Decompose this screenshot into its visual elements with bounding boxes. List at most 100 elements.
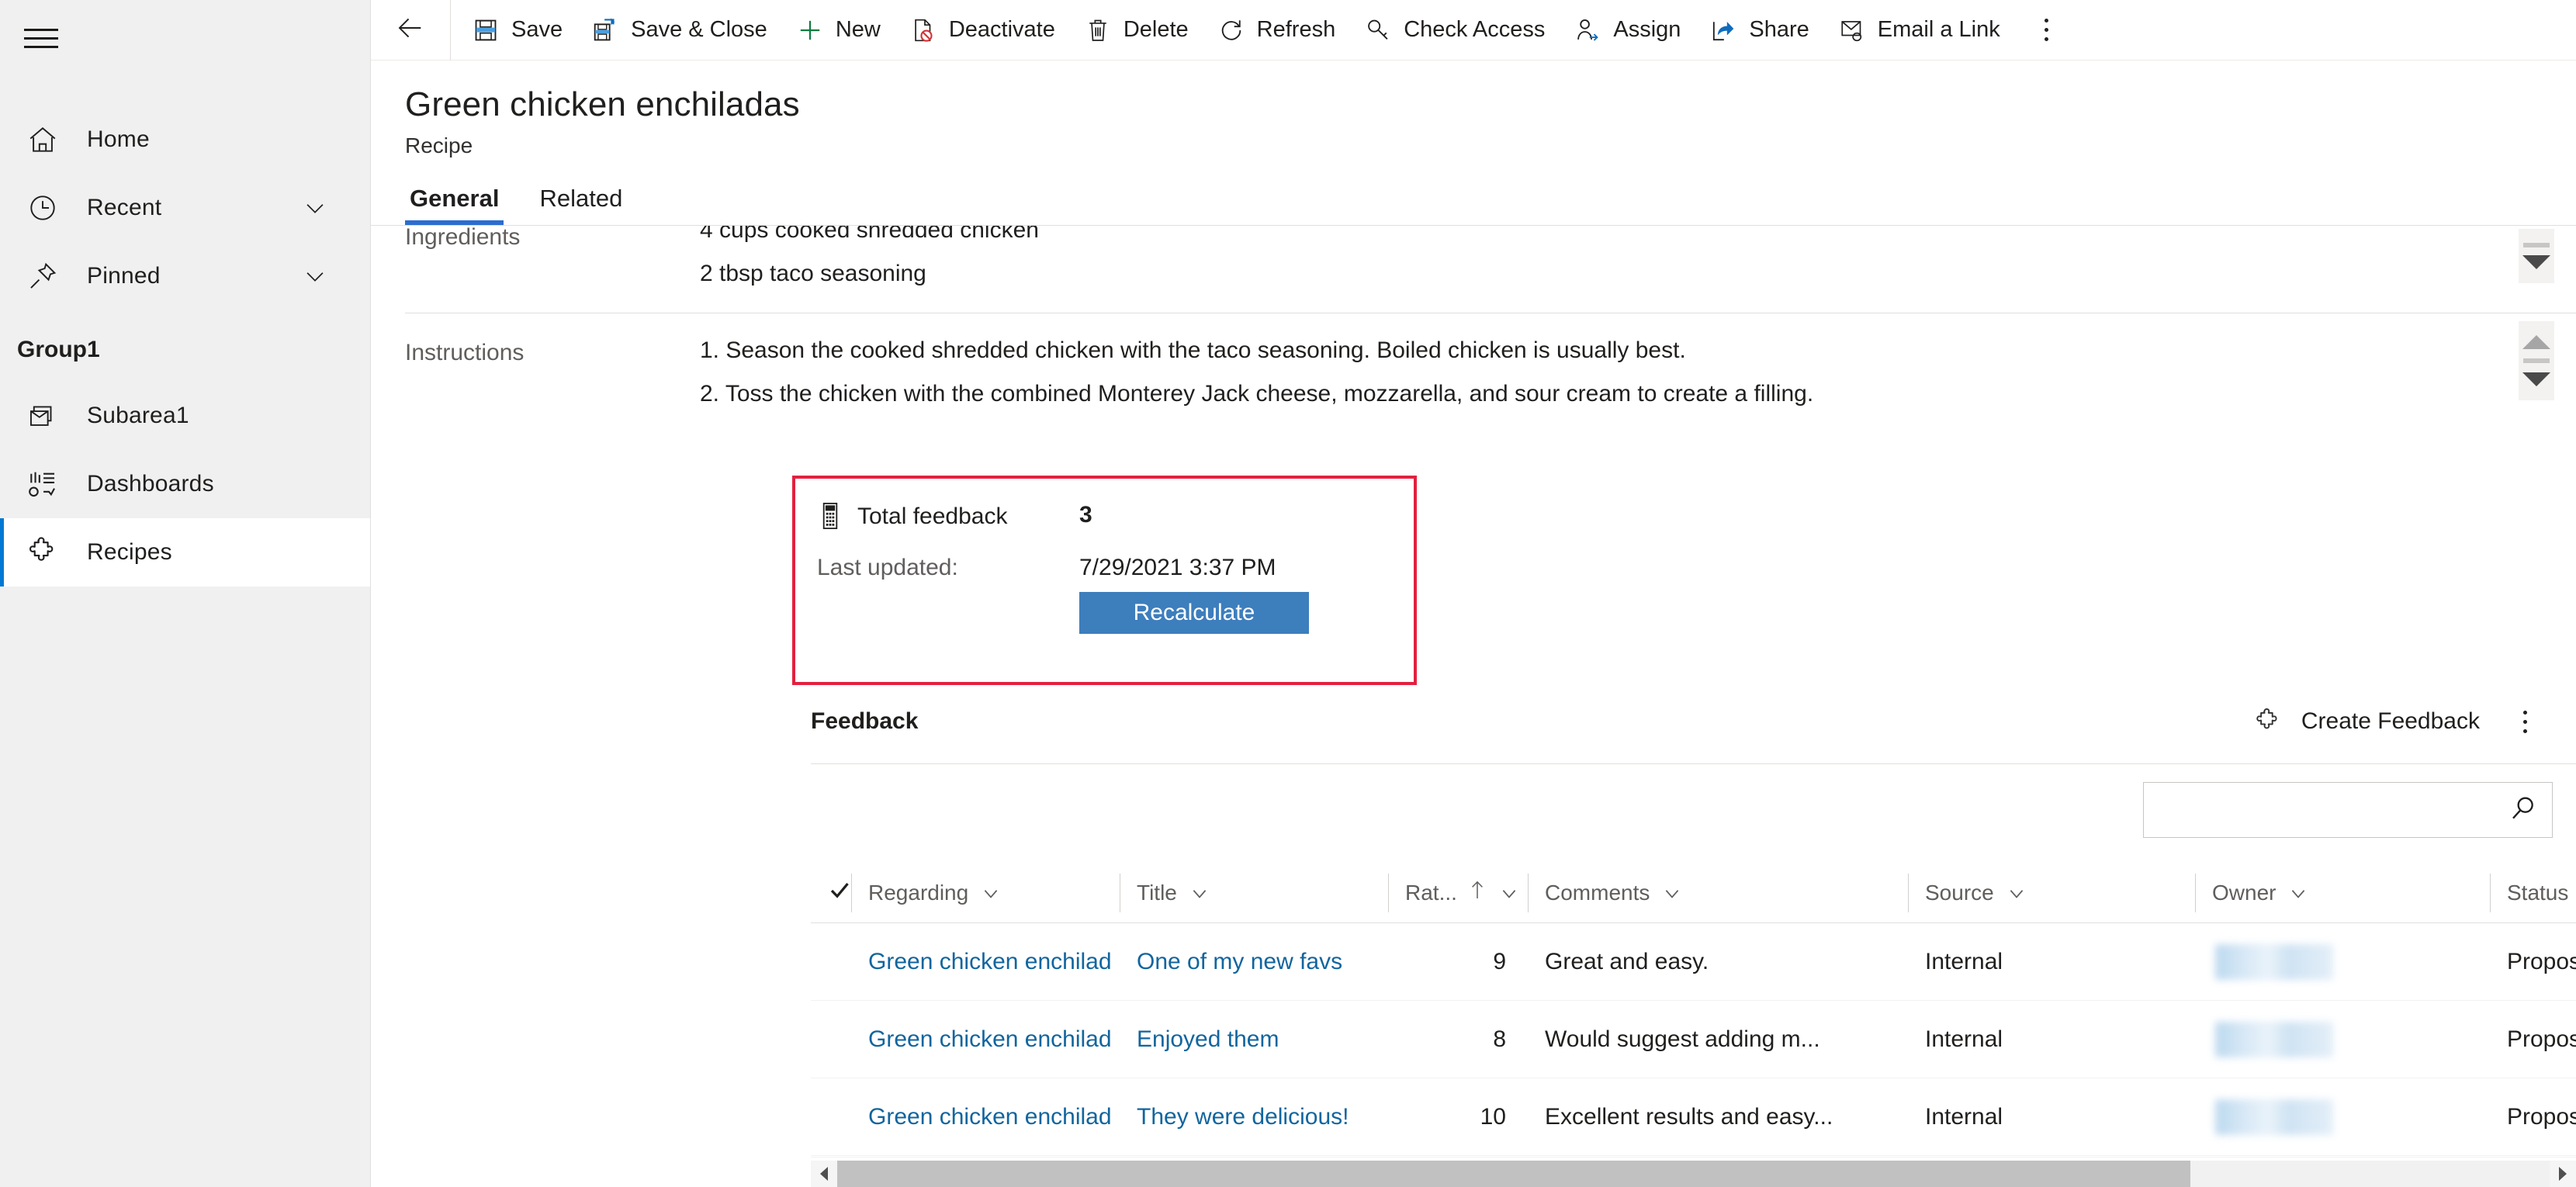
column-header-title[interactable]: Title: [1120, 863, 1388, 923]
share-button-label: Share: [1749, 17, 1809, 42]
sidebar-item-pinned[interactable]: Pinned: [0, 242, 370, 310]
new-button-label: New: [835, 17, 881, 42]
puzzle-icon: [2253, 707, 2283, 736]
tab-related[interactable]: Related: [535, 185, 627, 225]
feedback-search-box[interactable]: [2143, 782, 2553, 838]
chevron-down-icon[interactable]: [1662, 883, 1682, 903]
column-header-source[interactable]: Source: [1908, 863, 2195, 923]
sidebar-item-dashboards[interactable]: Dashboards: [0, 450, 370, 518]
ingredients-label: Ingredients: [405, 226, 521, 250]
sidebar-group-title: Group1: [17, 337, 100, 362]
email-link-icon: [1837, 16, 1867, 45]
instructions-line-1: 1. Season the cooked shredded chicken wi…: [700, 337, 1686, 363]
spinner-bar: [2523, 358, 2550, 363]
home-icon: [22, 119, 64, 161]
chevron-left-icon: [820, 1167, 828, 1181]
create-feedback-button[interactable]: Create Feedback: [2253, 707, 2480, 736]
share-button[interactable]: Share: [1695, 8, 1823, 53]
form-tabs: General Related: [405, 185, 2576, 225]
column-separator: [1388, 873, 1389, 912]
sidebar-item-label: Recipes: [87, 539, 172, 565]
back-button[interactable]: [388, 8, 433, 53]
email-a-link-button[interactable]: Email a Link: [1823, 8, 2014, 53]
grid-horizontal-scrollbar[interactable]: [811, 1161, 2576, 1187]
row-checkbox[interactable]: [811, 923, 851, 1000]
folder-icon: [22, 395, 64, 437]
table-row[interactable]: Green chicken enchilad One of my new fav…: [811, 923, 2576, 1001]
row-checkbox[interactable]: [811, 1001, 851, 1078]
chevron-down-icon[interactable]: [302, 195, 328, 221]
feedback-subgrid-more-options-button[interactable]: [2503, 700, 2547, 743]
delete-button[interactable]: Delete: [1069, 8, 1203, 53]
sidebar-item-home[interactable]: Home: [0, 106, 370, 174]
scrollbar-thumb[interactable]: [837, 1161, 2190, 1187]
table-row[interactable]: Green chicken enchilad Enjoyed them 8 Wo…: [811, 1001, 2576, 1078]
save-button[interactable]: Save: [457, 8, 576, 53]
ingredients-value[interactable]: 4 cups cooked shredded chicken 2 tbsp ta…: [700, 226, 2576, 296]
new-button[interactable]: New: [781, 8, 895, 53]
sidebar-item-recent[interactable]: Recent: [0, 174, 370, 242]
scroll-down-icon[interactable]: [2522, 372, 2550, 386]
scrollbar-track[interactable]: [837, 1161, 2550, 1187]
redacted-owner-name: [2215, 1021, 2333, 1057]
save-and-close-button[interactable]: Save & Close: [576, 8, 781, 53]
cell-owner[interactable]: [2195, 1001, 2490, 1078]
column-header-rating[interactable]: Rat...: [1388, 863, 1528, 923]
recalculate-button[interactable]: Recalculate: [1079, 592, 1309, 634]
sidebar-item-subarea1[interactable]: Subarea1: [0, 382, 370, 450]
sort-ascending-icon: [1468, 879, 1487, 906]
checkmark-icon: [828, 878, 851, 907]
check-access-button[interactable]: Check Access: [1349, 8, 1559, 53]
cell-title[interactable]: One of my new favs: [1120, 923, 1388, 1000]
column-header-status-reason[interactable]: Status Reason: [2490, 863, 2576, 923]
ingredients-scroll-spinner[interactable]: [2519, 229, 2554, 283]
deactivate-button[interactable]: Deactivate: [895, 8, 1069, 53]
total-feedback-card: Total feedback 3 Last updated: 7/29/2021…: [792, 476, 1417, 685]
chevron-down-icon[interactable]: [981, 883, 1001, 903]
refresh-button[interactable]: Refresh: [1203, 8, 1350, 53]
cell-source: Internal: [1925, 1026, 2003, 1052]
tab-general[interactable]: General: [405, 185, 504, 225]
app-root: Home Recent Pinned Group1 Subarea1 Dashb…: [0, 0, 2576, 1187]
search-input[interactable]: [2144, 783, 2495, 837]
assign-button-label: Assign: [1613, 17, 1681, 42]
chevron-down-icon[interactable]: [302, 263, 328, 289]
refresh-icon: [1217, 16, 1246, 45]
feedback-subgrid-title: Feedback: [811, 708, 919, 734]
instructions-value[interactable]: 1. Season the cooked shredded chicken wi…: [700, 329, 2576, 416]
cell-regarding[interactable]: Green chicken enchilad: [851, 923, 1120, 1000]
sidebar-item-recipes[interactable]: Recipes: [0, 518, 370, 587]
cell-regarding[interactable]: Green chicken enchilad: [851, 1078, 1120, 1155]
instructions-scroll-spinner[interactable]: [2519, 321, 2554, 400]
cell-owner[interactable]: [2195, 1078, 2490, 1155]
hamburger-icon: [24, 22, 58, 54]
chevron-down-icon[interactable]: [1189, 883, 1210, 903]
command-bar-more-options-button[interactable]: [2025, 8, 2069, 53]
create-feedback-label: Create Feedback: [2301, 708, 2480, 734]
column-header-comments[interactable]: Comments: [1528, 863, 1908, 923]
chevron-down-icon[interactable]: [2006, 883, 2027, 903]
scroll-left-button[interactable]: [811, 1161, 837, 1187]
column-header-regarding[interactable]: Regarding: [851, 863, 1120, 923]
select-all-checkbox[interactable]: [811, 863, 851, 923]
cell-title[interactable]: Enjoyed them: [1120, 1001, 1388, 1078]
table-row[interactable]: Green chicken enchilad They were delicio…: [811, 1078, 2576, 1156]
sidebar: Home Recent Pinned Group1 Subarea1 Dashb…: [0, 0, 371, 1187]
search-button[interactable]: [2495, 783, 2552, 837]
scroll-right-button[interactable]: [2550, 1161, 2576, 1187]
row-checkbox[interactable]: [811, 1078, 851, 1155]
assign-button[interactable]: Assign: [1559, 8, 1695, 53]
scroll-up-icon[interactable]: [2522, 335, 2550, 349]
column-header-owner[interactable]: Owner: [2195, 863, 2490, 923]
column-header-label: Rat...: [1405, 880, 1457, 905]
cell-regarding[interactable]: Green chicken enchilad: [851, 1001, 1120, 1078]
cell-title[interactable]: They were delicious!: [1120, 1078, 1388, 1155]
sidebar-item-label: Pinned: [87, 263, 161, 289]
chevron-down-icon[interactable]: [2288, 883, 2308, 903]
chevron-down-icon[interactable]: [1499, 883, 1519, 903]
scroll-down-icon[interactable]: [2522, 255, 2550, 269]
field-row-instructions: Instructions 1. Season the cooked shredd…: [371, 313, 2576, 407]
cell-owner[interactable]: [2195, 923, 2490, 1000]
site-map-toggle[interactable]: [11, 8, 71, 68]
column-separator: [2195, 873, 2196, 912]
